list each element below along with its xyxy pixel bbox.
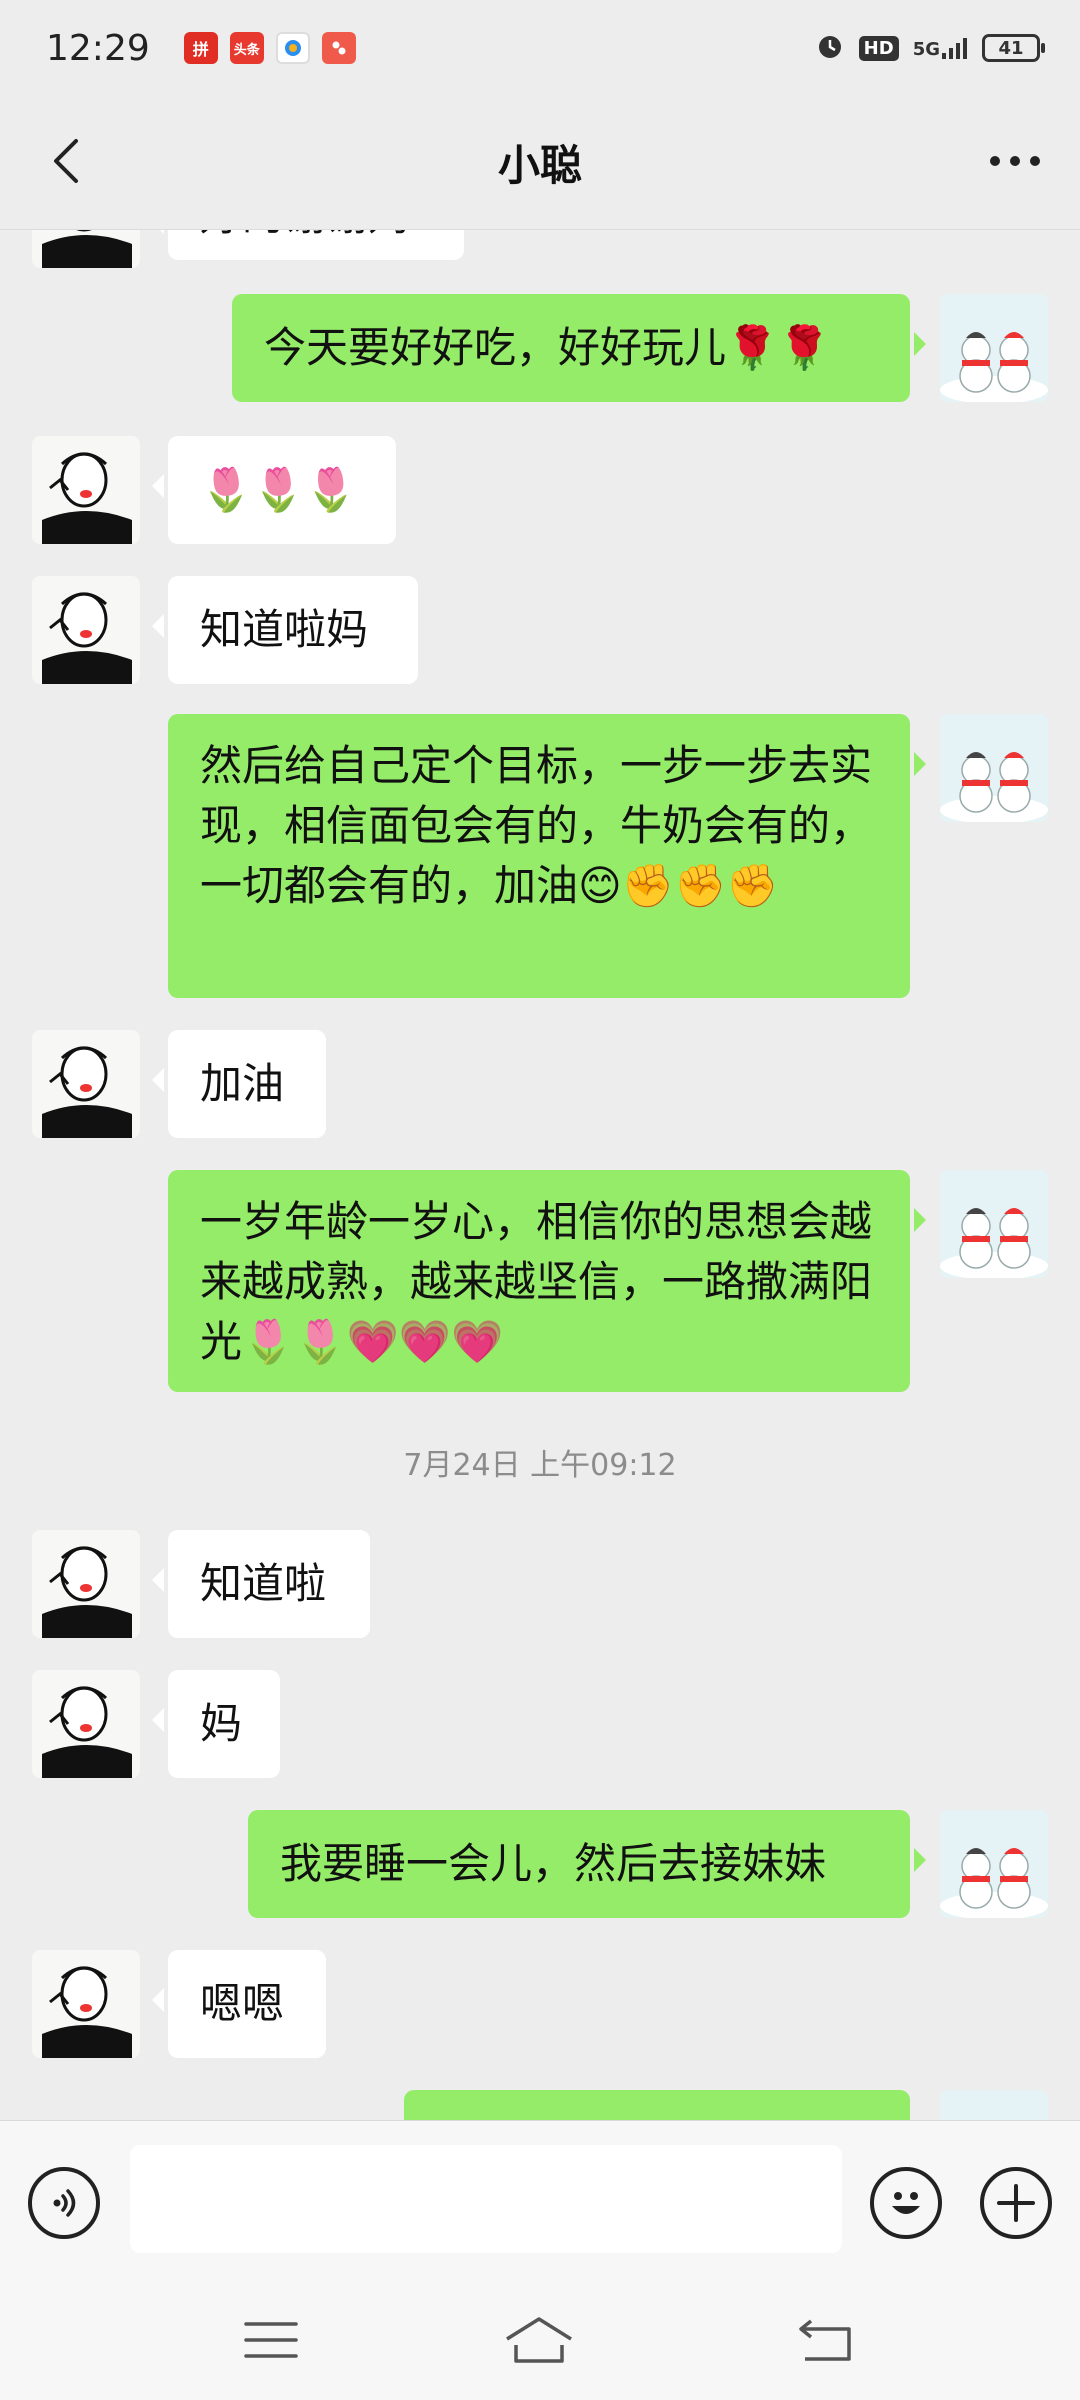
avatar-other[interactable]: [32, 230, 140, 268]
message-other: 知道啦妈: [0, 576, 1080, 684]
message-bubble-self[interactable]: 我要睡一会儿，然后去接妹妹: [248, 1810, 926, 1918]
chat-header: 小聪: [0, 96, 1080, 230]
message-self: 然后给自己定个目标，一步一步去实现，相信面包会有的，牛奶会有的，一切都会有的，加…: [0, 714, 1080, 998]
emoji-button[interactable]: [870, 2167, 942, 2239]
message-bubble-self[interactable]: [404, 2090, 910, 2120]
status-time: 12:29: [46, 27, 150, 69]
avatar-other[interactable]: [32, 1950, 140, 2058]
browser-icon: [275, 32, 310, 64]
signal-icon: 5G: [913, 37, 968, 59]
more-button[interactable]: [980, 126, 1050, 196]
home-icon: [506, 2317, 572, 2363]
voice-button[interactable]: [28, 2167, 100, 2239]
message-bubble-other[interactable]: 妈: [152, 1670, 280, 1778]
message-self: 我要睡一会儿，然后去接妹妹: [0, 1810, 1080, 1918]
toutiao-icon: 头条: [229, 32, 264, 64]
avatar-other[interactable]: [32, 576, 140, 684]
back-icon: [799, 2319, 851, 2361]
app-icon: [321, 32, 356, 64]
menu-button[interactable]: [236, 2310, 306, 2370]
message-input[interactable]: [130, 2145, 842, 2253]
message-bubble-other[interactable]: 加油: [152, 1030, 326, 1138]
message-bubble-self[interactable]: 今天要好好吃，好好玩儿🌹🌹: [232, 294, 926, 402]
menu-icon: [244, 2322, 298, 2358]
more-dots-icon: [990, 156, 1040, 166]
message-bubble-other[interactable]: 知道啦: [152, 1530, 370, 1638]
plus-icon: [997, 2184, 1035, 2222]
avatar-self[interactable]: [940, 294, 1048, 402]
message-self-partial: [0, 2090, 1080, 2120]
pinduoduo-icon: 拼: [183, 32, 218, 64]
message-other: 妈: [0, 1670, 1080, 1778]
status-bar: 12:29 拼 头条 HD 5G 41: [0, 0, 1080, 96]
avatar-other[interactable]: [32, 1530, 140, 1638]
hd-badge: HD: [858, 35, 899, 61]
message-list[interactable]: 好的谢谢妈 今天要好好吃，好好玩儿🌹🌹 🌷🌷🌷 知道啦妈 然后给自己定个目标，一…: [0, 230, 1080, 2120]
status-right: HD 5G 41: [815, 31, 1045, 65]
avatar-other[interactable]: [32, 1670, 140, 1778]
avatar-self[interactable]: [940, 2090, 1048, 2120]
alarm-icon: [815, 31, 845, 65]
message-other: 加油: [0, 1030, 1080, 1138]
add-button[interactable]: [980, 2167, 1052, 2239]
message-other: 嗯嗯: [0, 1950, 1080, 2058]
home-button[interactable]: [504, 2310, 574, 2370]
message-other: 🌷🌷🌷: [0, 436, 1080, 544]
message-self: 今天要好好吃，好好玩儿🌹🌹: [0, 294, 1080, 402]
avatar-self[interactable]: [940, 714, 1048, 822]
message-bubble-other[interactable]: 知道啦妈: [152, 576, 418, 684]
message-self: 一岁年龄一岁心，相信你的思想会越来越成熟，越来越坚信，一路撒满阳光🌷🌷💗💗💗: [0, 1170, 1080, 1392]
avatar-other[interactable]: [32, 1030, 140, 1138]
message-other: 知道啦: [0, 1530, 1080, 1638]
avatar-self[interactable]: [940, 1810, 1048, 1918]
input-bar: [0, 2120, 1080, 2280]
message-bubble-self[interactable]: 一岁年龄一岁心，相信你的思想会越来越成熟，越来越坚信，一路撒满阳光🌷🌷💗💗💗: [168, 1170, 926, 1392]
timestamp: 7月24日 上午09:12: [403, 1448, 677, 1483]
message-bubble-self[interactable]: 然后给自己定个目标，一步一步去实现，相信面包会有的，牛奶会有的，一切都会有的，加…: [168, 714, 926, 998]
system-navigation: [0, 2280, 1080, 2400]
avatar-self[interactable]: [940, 1170, 1048, 1278]
avatar-other[interactable]: [32, 436, 140, 544]
battery-icon: 41: [982, 34, 1045, 62]
emoji-icon: [892, 2192, 920, 2214]
chat-title: 小聪: [497, 141, 582, 190]
battery-level: 41: [998, 37, 1024, 59]
message-bubble-other[interactable]: 🌷🌷🌷: [152, 436, 396, 544]
voice-icon: [53, 2189, 76, 2217]
system-back-button[interactable]: [790, 2310, 860, 2370]
message-other: 好的谢谢妈: [0, 230, 1080, 270]
message-bubble-other[interactable]: 好的谢谢妈: [152, 230, 464, 260]
message-bubble-other[interactable]: 嗯嗯: [152, 1950, 326, 2058]
network-type: 5G: [912, 39, 940, 60]
